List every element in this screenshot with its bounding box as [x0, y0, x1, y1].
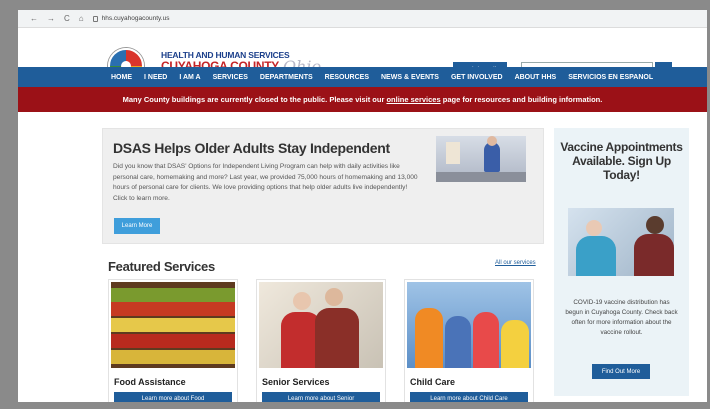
address-bar[interactable]: hhs.cuyahogacounty.us — [92, 15, 170, 22]
forward-icon[interactable]: → — [47, 14, 55, 23]
alert-suffix: page for resources and building informat… — [440, 95, 603, 104]
nurse-head-shape — [586, 220, 602, 236]
nav-item-resources[interactable]: RESOURCES — [325, 74, 369, 81]
face-shape — [293, 292, 311, 310]
online-services-link[interactable]: online services — [386, 95, 440, 104]
nav-item-i-am-a[interactable]: I AM A — [179, 74, 200, 81]
service-card-child[interactable]: Child Care Learn more about Child Care — [404, 279, 534, 402]
reload-icon[interactable]: C — [64, 14, 70, 23]
nav-item-espanol[interactable]: SERVICIOS EN ESPANOL — [568, 74, 653, 81]
feature-story: DSAS Helps Older Adults Stay Independent… — [102, 128, 544, 244]
food-learn-button[interactable]: Learn more about Food — [114, 392, 232, 402]
lamp-shape — [446, 142, 460, 164]
produce-row — [111, 302, 235, 316]
child-care-learn-button[interactable]: Learn more about Child Care — [410, 392, 528, 402]
child-shape — [445, 316, 471, 368]
senior-image — [259, 282, 383, 368]
person-shape — [484, 142, 500, 172]
produce-row — [111, 334, 235, 348]
vaccine-sidebar: Vaccine Appointments Available. Sign Up … — [554, 128, 689, 396]
browser-toolbar: ← → C ⌂ hhs.cuyahogacounty.us — [18, 10, 707, 28]
nav-item-news-events[interactable]: NEWS & EVENTS — [381, 74, 439, 81]
alert-prefix: Many County buildings are currently clos… — [122, 95, 387, 104]
feature-title[interactable]: DSAS Helps Older Adults Stay Independent — [113, 140, 390, 156]
featured-services-heading: Featured Services — [108, 259, 215, 274]
alert-banner: Many County buildings are currently clos… — [18, 87, 707, 112]
patient-head-shape — [646, 216, 664, 234]
vaccine-body: COVID-19 vaccine distribution has begun … — [565, 299, 678, 336]
card-title: Senior Services — [262, 377, 330, 387]
browser-nav: ← → C ⌂ — [30, 14, 84, 23]
find-out-more-button[interactable]: Find Out More — [592, 364, 650, 379]
food-image — [111, 282, 235, 368]
nav-item-i-need[interactable]: I NEED — [144, 74, 167, 81]
lock-icon — [92, 15, 98, 22]
nurse-body-shape — [576, 236, 616, 276]
site-header: HEALTH AND HUMAN SERVICES CUYAHOGA COUNT… — [18, 28, 707, 84]
senior-learn-button[interactable]: Learn more about Senior — [262, 392, 380, 402]
nav-item-departments[interactable]: DEPARTMENTS — [260, 74, 313, 81]
nav-item-home[interactable]: HOME — [111, 74, 132, 81]
feature-body: Did you know that DSAS' Options for Inde… — [113, 163, 418, 202]
produce-row — [111, 318, 235, 332]
child-care-image — [407, 282, 531, 368]
nav-item-about-hhs[interactable]: ABOUT HHS — [515, 74, 557, 81]
vaccine-title[interactable]: Vaccine Appointments Available. Sign Up … — [560, 140, 683, 182]
vaccine-image[interactable] — [568, 208, 674, 276]
service-card-senior[interactable]: Senior Services Learn more about Senior — [256, 279, 386, 402]
service-card-food[interactable]: Food Assistance Learn more about Food — [108, 279, 238, 402]
patient-body-shape — [634, 234, 674, 276]
browser-window: ← → C ⌂ hhs.cuyahogacounty.us HEALTH AND… — [18, 10, 707, 402]
feature-image[interactable] — [436, 136, 526, 182]
child-shape — [473, 312, 499, 368]
card-title: Food Assistance — [114, 377, 186, 387]
head-shape — [487, 136, 497, 146]
back-icon[interactable]: ← — [30, 14, 38, 23]
card-title: Child Care — [410, 377, 456, 387]
url-text: hhs.cuyahogacounty.us — [101, 15, 170, 22]
child-shape — [415, 308, 443, 368]
nav-item-get-involved[interactable]: GET INVOLVED — [451, 74, 503, 81]
main-nav: HOME I NEED I AM A SERVICES DEPARTMENTS … — [18, 67, 707, 87]
sofa-shape — [436, 172, 526, 182]
learn-more-button[interactable]: Learn More — [114, 218, 160, 234]
produce-row — [111, 288, 235, 302]
nav-item-services[interactable]: SERVICES — [213, 74, 248, 81]
all-services-link[interactable]: All our services — [495, 260, 536, 266]
produce-row — [111, 350, 235, 364]
child-shape — [501, 320, 529, 368]
body-shape — [315, 308, 359, 368]
home-icon[interactable]: ⌂ — [79, 14, 84, 23]
face-shape — [325, 288, 343, 306]
